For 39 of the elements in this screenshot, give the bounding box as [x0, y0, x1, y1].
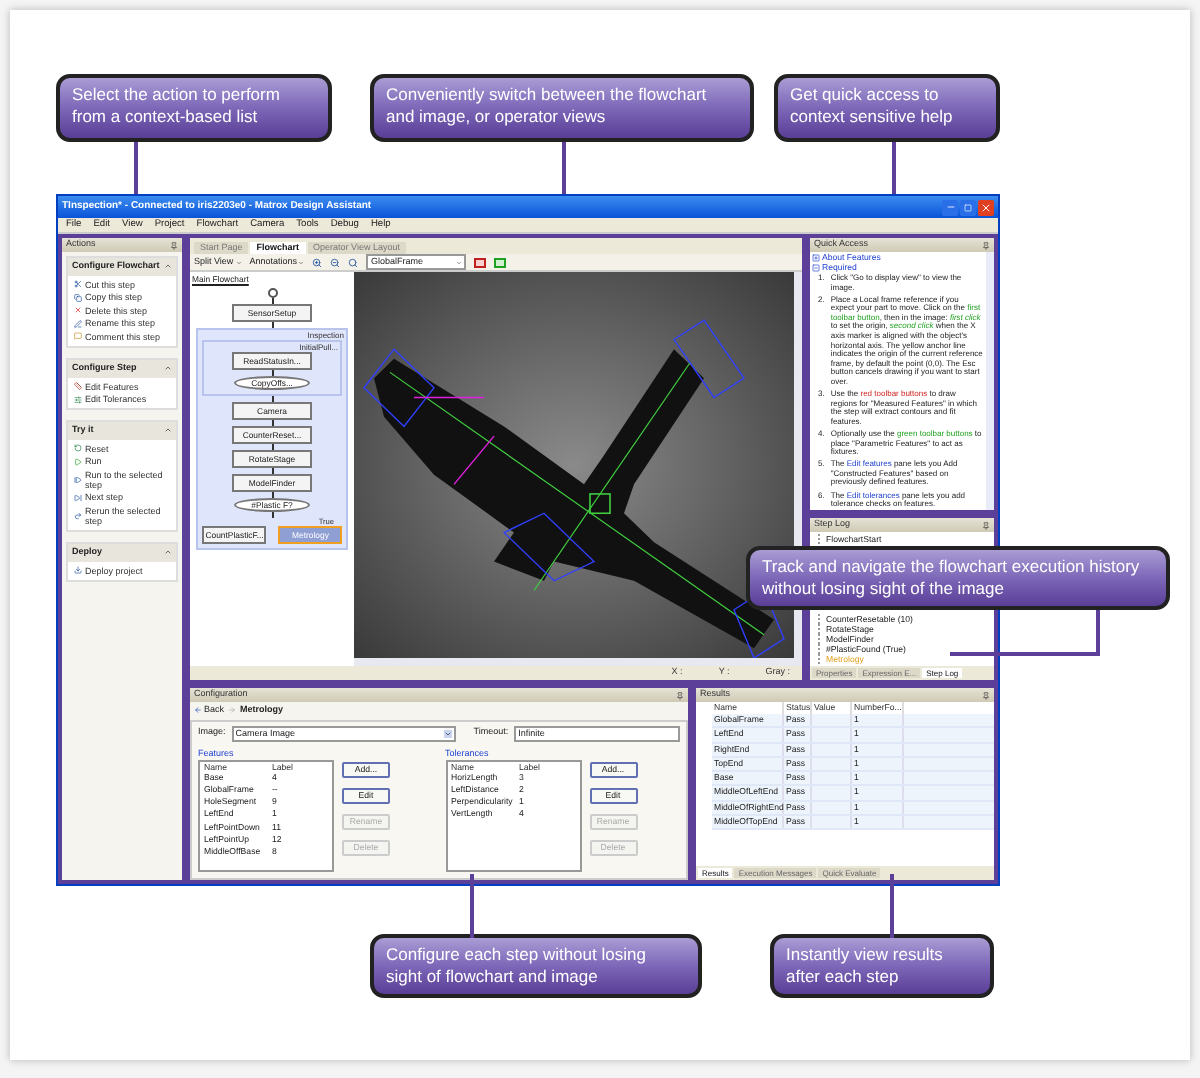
search-icon[interactable] [348, 257, 359, 267]
callout-tooltip: Track and navigate the flowchart execution history without losing sight of the image [746, 546, 1170, 610]
pin-icon[interactable] [982, 241, 990, 249]
close-icon [980, 201, 992, 213]
pin-icon[interactable] [170, 241, 178, 249]
pin-icon[interactable] [982, 521, 990, 529]
back-arrow-icon [194, 706, 202, 715]
collapse-icon [812, 263, 820, 272]
action-icon [74, 319, 82, 328]
caret-icon [443, 729, 452, 738]
action-icon [74, 475, 82, 484]
pin-icon[interactable] [982, 691, 990, 699]
action-icon [74, 293, 82, 302]
start-node[interactable] [267, 288, 277, 298]
action-icon [74, 444, 82, 453]
measure-tool-icon[interactable] [474, 257, 487, 267]
scrollbar[interactable] [354, 658, 802, 666]
fixture-tool-icon[interactable] [494, 257, 507, 267]
action-icon [74, 457, 82, 466]
action-icon [74, 493, 82, 502]
callout: Conveniently switch between the flowchart and image, or operator views [370, 74, 754, 142]
minimize-icon [945, 202, 955, 212]
callout: Get quick access to context sensitive help [774, 74, 1000, 142]
action-icon [74, 332, 82, 341]
action-icon [74, 511, 82, 520]
action-icon [74, 566, 82, 574]
action-icon [74, 382, 82, 390]
expand-icon [812, 253, 820, 262]
maximize-icon [964, 203, 972, 211]
close-button[interactable] [978, 199, 994, 215]
callout: Select the action to perform from a context-based list [56, 74, 332, 142]
zoom-in-icon[interactable] [312, 257, 323, 267]
zoom-out-icon[interactable] [330, 257, 341, 267]
scrollbar[interactable] [986, 252, 994, 510]
action-icon [74, 280, 82, 289]
pin-icon[interactable] [676, 691, 684, 699]
action-icon [74, 395, 82, 403]
callout: Configure each step without losing sight of flowchart and image [370, 934, 702, 998]
callout: Instantly view results after each step [770, 934, 994, 998]
